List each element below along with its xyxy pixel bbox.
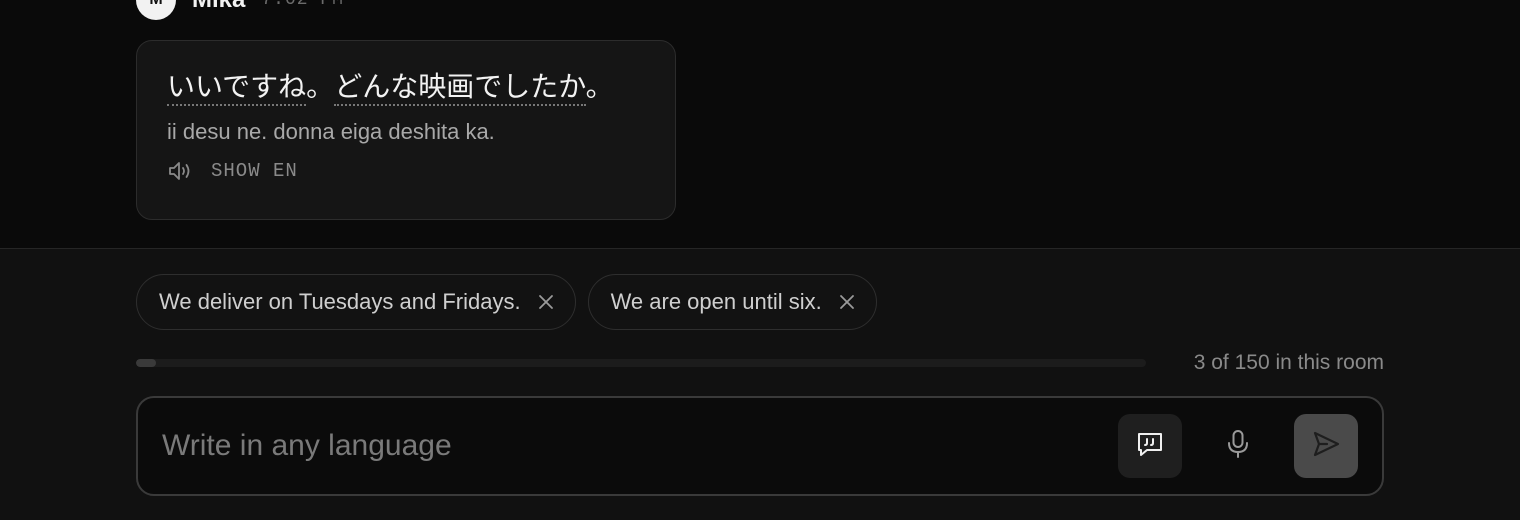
progress-fill [136,359,157,367]
close-icon[interactable] [537,293,555,311]
microphone-icon [1225,428,1251,465]
suggestion-label: We deliver on Tuesdays and Fridays. [159,289,521,314]
composer-buttons [1118,414,1358,478]
progress-bar [136,359,1146,367]
punctuation: 。 [306,70,335,103]
bubble-actions: SHOW EN [167,159,647,183]
sender-name: Mika [192,0,245,14]
japanese-text: いいですね。どんな映画でしたか。 [167,65,647,109]
suggestion-chip[interactable]: We deliver on Tuesdays and Fridays. [136,274,576,330]
send-button[interactable] [1294,414,1358,478]
speaker-icon[interactable] [167,159,195,183]
progress-label: 3 of 150 in this room [1193,351,1384,374]
quote-bubble-icon [1134,428,1166,465]
message-input[interactable] [162,429,1118,463]
message-time: 7:02 PM [261,0,344,10]
suggestion-chips: We deliver on Tuesdays and Fridays. We a… [136,274,877,330]
show-translation-button[interactable]: SHOW EN [211,160,298,182]
composer-area: We deliver on Tuesdays and Fridays. We a… [0,249,1520,520]
message-header: M Mika 7:02 PM [136,0,344,20]
word-token[interactable]: どんな映画でしたか [334,70,586,106]
message-bubble: いいですね。どんな映画でしたか。 ii desu ne. donna eiga … [136,40,676,220]
punctuation: 。 [585,70,614,103]
send-icon [1311,429,1341,464]
microphone-button[interactable] [1214,414,1262,478]
suggestion-label: We are open until six. [610,289,822,314]
avatar: M [136,0,176,20]
close-icon[interactable] [838,293,856,311]
chat-area: M Mika 7:02 PM いいですね。どんな映画でしたか。 ii desu … [0,0,1520,248]
phrase-button[interactable] [1118,414,1182,478]
composer-box [136,396,1384,496]
romaji-text: ii desu ne. donna eiga deshita ka. [167,119,495,144]
progress-row: 3 of 150 in this room [136,349,1384,377]
suggestion-chip[interactable]: We are open until six. [587,274,877,330]
word-token[interactable]: いいですね [167,70,307,106]
